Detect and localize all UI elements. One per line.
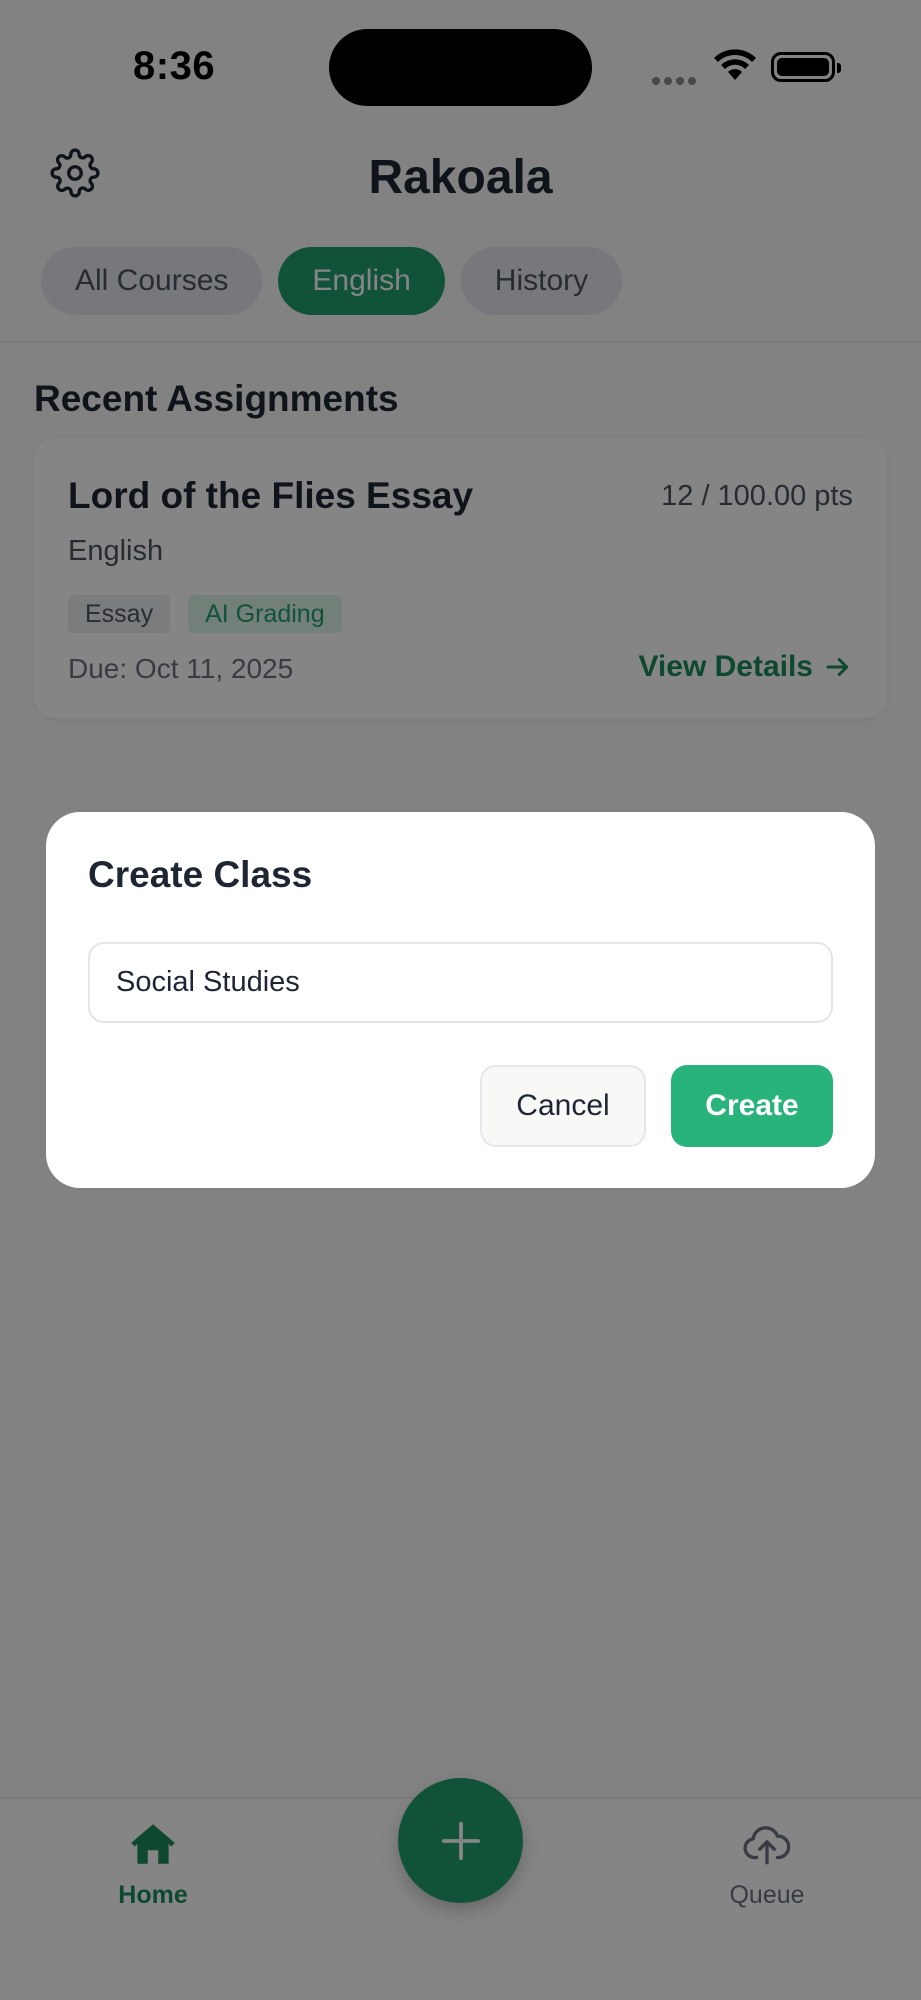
cancel-button[interactable]: Cancel: [480, 1065, 646, 1147]
class-name-input[interactable]: [88, 942, 833, 1023]
create-class-dialog: Create Class Cancel Create: [46, 812, 875, 1188]
create-button[interactable]: Create: [671, 1065, 833, 1147]
dialog-title: Create Class: [88, 854, 313, 895]
